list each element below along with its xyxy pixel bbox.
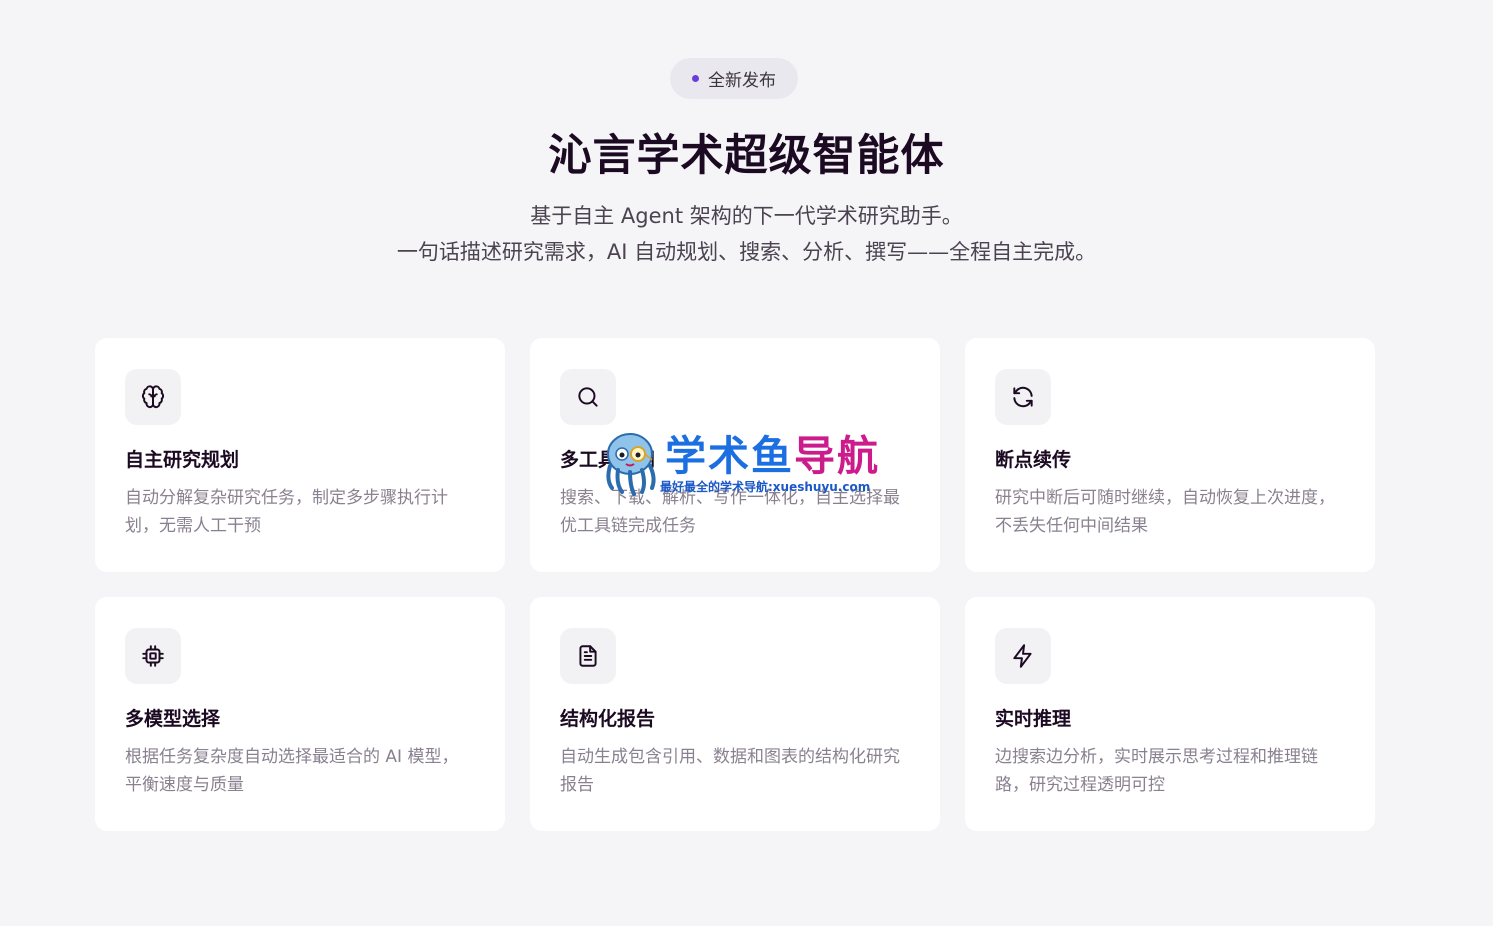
feature-title: 多工具协同: [560, 449, 656, 471]
feature-description: 自动生成包含引用、数据和图表的结构化研究报告: [560, 747, 900, 795]
feature-title: 结构化报告: [560, 708, 656, 730]
feature-title: 实时推理: [995, 708, 1072, 730]
page-subtitle-line1: 基于自主 Agent 架构的下一代学术研究助手。: [530, 204, 963, 228]
feature-description: 边搜索边分析，实时展示思考过程和推理链路，研究过程透明可控: [995, 747, 1318, 795]
feature-title: 自主研究规划: [125, 449, 240, 471]
badge-dot: [692, 75, 699, 82]
page-subtitle-line2: 一句话描述研究需求，AI 自动规划、搜索、分析、撰写——全程自主完成。: [396, 240, 1097, 264]
release-badge: 全新发布: [670, 58, 798, 99]
feature-description: 自动分解复杂研究任务，制定多步骤执行计划，无需人工干预: [125, 488, 448, 536]
feature-description: 研究中断后可随时继续，自动恢复上次进度，不丢失任何中间结果: [995, 488, 1335, 536]
feature-card-multi-tool: 多工具协同 搜索、下载、解析、写作一体化，自主选择最优工具链完成任务: [530, 338, 940, 572]
refresh-icon: [995, 369, 1051, 425]
search-icon: [560, 369, 616, 425]
feature-card-structured-report: 结构化报告 自动生成包含引用、数据和图表的结构化研究报告: [530, 597, 940, 831]
feature-description: 根据任务复杂度自动选择最适合的 AI 模型，平衡速度与质量: [125, 747, 459, 795]
feature-card-realtime-reasoning: 实时推理 边搜索边分析，实时展示思考过程和推理链路，研究过程透明可控: [965, 597, 1375, 831]
cpu-icon: [125, 628, 181, 684]
feature-card-resume: 断点续传 研究中断后可随时继续，自动恢复上次进度，不丢失任何中间结果: [965, 338, 1375, 572]
feature-card-research-planning: 自主研究规划 自动分解复杂研究任务，制定多步骤执行计划，无需人工干预: [95, 338, 505, 572]
document-icon: [560, 628, 616, 684]
lightning-icon: [995, 628, 1051, 684]
brain-icon: [125, 369, 181, 425]
feature-card-multi-model: 多模型选择 根据任务复杂度自动选择最适合的 AI 模型，平衡速度与质量: [95, 597, 505, 831]
badge-label: 全新发布: [708, 71, 776, 91]
feature-title: 多模型选择: [125, 708, 221, 730]
page-title: 沁言学术超级智能体: [548, 131, 945, 181]
feature-description: 搜索、下载、解析、写作一体化，自主选择最优工具链完成任务: [560, 488, 900, 536]
feature-title: 断点续传: [995, 449, 1072, 471]
